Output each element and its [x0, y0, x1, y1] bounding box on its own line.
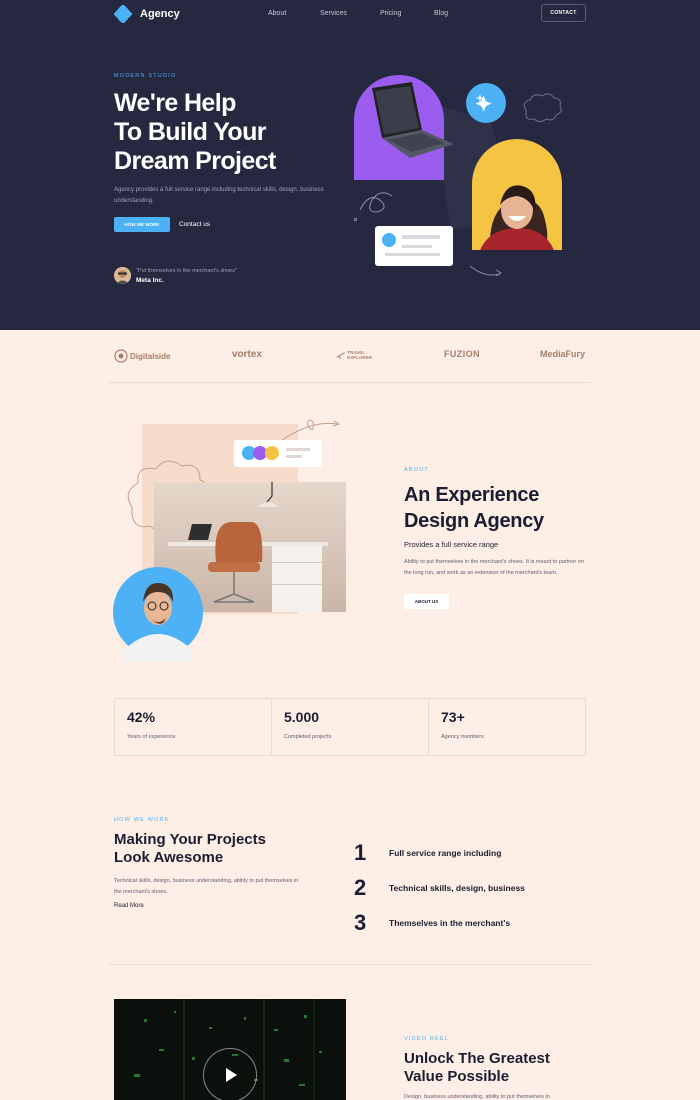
- play-button[interactable]: [203, 1048, 257, 1100]
- testimonial-quote: "Put themselves in the merchant's shoes": [136, 267, 237, 274]
- stat-value: 73+: [441, 709, 465, 725]
- step-number: 2: [354, 875, 367, 900]
- how-we-work-button[interactable]: HOW WE WORK: [114, 217, 170, 232]
- section-divider: [109, 382, 591, 383]
- cloud-doodle: [523, 93, 562, 122]
- about-title-line: An Experience: [404, 484, 540, 506]
- nav-link-about[interactable]: About: [268, 10, 286, 17]
- stats-bar: 42% Years of experience 5.000 Completed …: [114, 698, 586, 756]
- lion-logo-icon: [114, 349, 128, 363]
- brand-name: Agency: [140, 8, 180, 20]
- hero-title-line: To Build Your: [114, 118, 267, 146]
- work-title-line: Making Your Projects: [114, 831, 266, 848]
- logo-text: Digitalside: [130, 351, 171, 361]
- about-eyebrow: ABOUT: [404, 467, 429, 473]
- step-text: Full service range including: [389, 848, 502, 858]
- contact-us-link[interactable]: Contact us: [179, 221, 210, 228]
- step-item: 1 Full service range including: [354, 840, 501, 866]
- about-us-button[interactable]: ABOUT US: [404, 594, 449, 609]
- work-eyebrow: HOW WE WORK: [114, 817, 170, 823]
- hero-title-line: We're Help: [114, 89, 236, 117]
- about-title-line: Design Agency: [404, 510, 544, 532]
- hero-illustration: [353, 75, 562, 277]
- stat-card: 5.000 Completed projects: [272, 699, 429, 755]
- arrow-doodle: [469, 265, 501, 276]
- about-title: An Experience Design Agency: [404, 482, 544, 534]
- avatar: [114, 267, 131, 284]
- step-number: 1: [354, 840, 367, 865]
- section-divider: [109, 964, 591, 965]
- logo-text: TRAVEL EXPLORER: [347, 350, 373, 360]
- step-item: 3 Themselves in the merchant's: [354, 910, 510, 936]
- hero-description: Agency provides a full service range inc…: [114, 187, 324, 204]
- plane-logo-icon: [336, 352, 345, 360]
- step-text: Themselves in the merchant's: [389, 918, 511, 928]
- work-description: Technical skills, design, business under…: [114, 878, 299, 895]
- about-subtitle: Provides a full service range: [404, 540, 499, 549]
- stat-card: 42% Years of experience: [115, 699, 272, 755]
- reel-eyebrow: VIDEO REEL: [404, 1036, 450, 1042]
- read-more-link[interactable]: Read More: [114, 903, 144, 909]
- step-number: 3: [354, 910, 367, 935]
- stat-label: Years of experience: [127, 734, 176, 740]
- stat-label: Agency members: [441, 734, 484, 740]
- reel-title: Unlock The Greatest Value Possible: [404, 1050, 550, 1086]
- hero-eyebrow: MODERN STUDIO: [114, 73, 177, 79]
- hero-testimonial: "Put themselves in the merchant's shoes"…: [114, 267, 237, 284]
- hero-title: We're Help To Build Your Dream Project: [114, 89, 334, 176]
- video-player[interactable]: [114, 999, 346, 1100]
- step-text: Technical skills, design, business: [389, 883, 525, 893]
- about-description: Ability to put themselves in the merchan…: [404, 559, 584, 576]
- reel-title-line: Unlock The Greatest: [404, 1050, 550, 1067]
- nav-link-services[interactable]: Services: [320, 10, 347, 17]
- logo-vortex: vortex: [232, 349, 263, 360]
- stat-label: Completed projects: [284, 734, 332, 740]
- brand-logo[interactable]: Agency: [114, 5, 180, 23]
- reel-title-line: Value Possible: [404, 1068, 510, 1085]
- about-illustration: [113, 419, 346, 662]
- hero-section: Agency About Services Pricing Blog CONTA…: [0, 0, 700, 330]
- laptop-icon: [188, 524, 212, 540]
- logo-travel-explorer: TRAVEL EXPLORER: [336, 349, 381, 361]
- nav-link-pricing[interactable]: Pricing: [380, 10, 401, 17]
- work-title: Making Your Projects Look Awesome: [114, 831, 266, 867]
- step-item: 2 Technical skills, design, business: [354, 875, 525, 901]
- diamond-logo-icon: [114, 5, 132, 23]
- stat-card: 73+ Agency members: [429, 699, 585, 755]
- logo-digitalside: Digitalside: [114, 349, 170, 363]
- nav-link-blog[interactable]: Blog: [434, 10, 448, 17]
- stat-value: 5.000: [284, 709, 320, 725]
- hero-title-line: Dream Project: [114, 147, 276, 175]
- person-avatar-icon: [114, 267, 131, 284]
- contact-button[interactable]: CONTACT: [541, 4, 586, 22]
- reel-description: Design, business understanding, ability …: [404, 1094, 550, 1100]
- partner-logos: Digitalside vortex TRAVEL EXPLORER FUZIO…: [114, 346, 586, 366]
- stat-value: 42%: [127, 709, 156, 725]
- swirl-doodle: [359, 192, 393, 213]
- testimonial-company: Meta Inc.: [136, 276, 164, 284]
- office-chair: [215, 522, 263, 562]
- logo-fuzion: FUZION: [444, 349, 480, 359]
- logo-mediafury: MediaFury: [540, 349, 586, 359]
- work-title-line: Look Awesome: [114, 849, 224, 866]
